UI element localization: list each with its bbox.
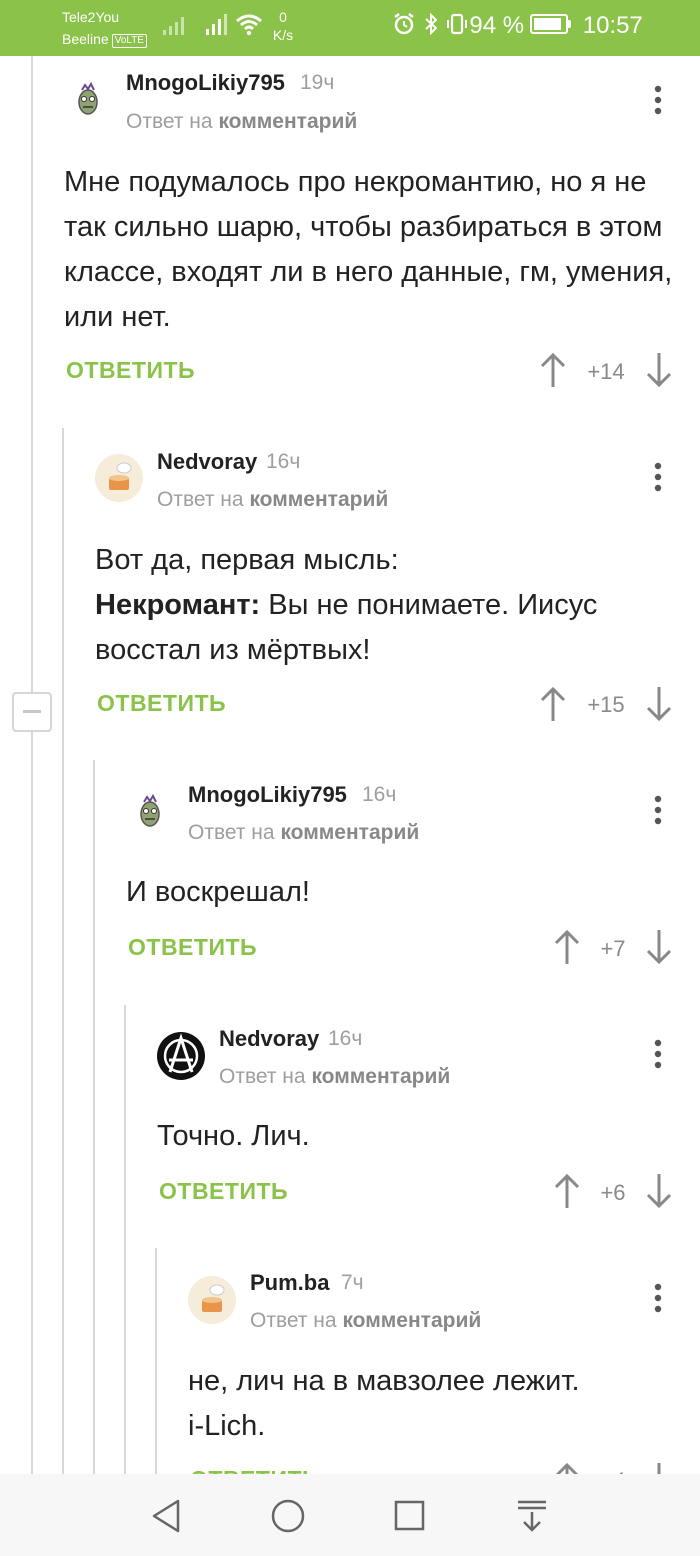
- comment-score: +6: [600, 1180, 626, 1205]
- thread-line-1b: [31, 730, 33, 1474]
- carrier-1: Tele2You: [62, 9, 120, 25]
- comment-body: Мне подумалось про некромантию, но я не …: [64, 166, 673, 333]
- recents-button[interactable]: [392, 1498, 428, 1534]
- more-options-icon[interactable]: [648, 1038, 668, 1070]
- thread-line-4: [124, 1005, 126, 1474]
- author-name[interactable]: Nedvoray: [219, 1026, 319, 1052]
- author-name[interactable]: Nedvoray: [157, 449, 257, 475]
- comment-time: 7ч: [341, 1271, 364, 1294]
- comment-score: +7: [600, 936, 626, 961]
- collapse-thread-button[interactable]: [12, 692, 52, 732]
- battery-icon: [530, 14, 572, 34]
- more-options-icon[interactable]: [648, 794, 668, 826]
- network-speed: 0 K/s: [270, 8, 296, 44]
- author-avatar[interactable]: [95, 454, 143, 502]
- reply-button[interactable]: ОТВЕТИТЬ: [159, 1178, 288, 1205]
- downvote-icon[interactable]: [644, 1173, 674, 1209]
- battery-percent: 94 %: [469, 12, 525, 39]
- speed-value: 0: [279, 9, 287, 25]
- cake-avatar-icon: [188, 1276, 236, 1324]
- wifi-icon: [236, 14, 262, 36]
- reply-to[interactable]: Ответ на комментарий: [219, 1065, 450, 1089]
- comment-body: Вот да, первая мысль: Некромант: Вы не п…: [95, 538, 675, 673]
- body-line: Вот да, первая мысль:: [95, 544, 399, 576]
- reply-prefix: Ответ на: [157, 488, 244, 511]
- comment-score: +14: [587, 359, 625, 384]
- author-avatar[interactable]: [64, 76, 112, 124]
- cake-avatar-icon: [95, 454, 143, 502]
- comment-time: 19ч: [300, 71, 335, 94]
- home-button[interactable]: [270, 1498, 306, 1534]
- downvote-icon[interactable]: [644, 929, 674, 965]
- reply-to[interactable]: Ответ на комментарий: [126, 110, 357, 134]
- thread-line-2: [62, 428, 64, 1474]
- comment-score: +15: [587, 692, 625, 717]
- reply-to[interactable]: Ответ на комментарий: [157, 488, 388, 512]
- status-bar: Tele2You Beeline VoLTE 0 K/s 94 % 10:57: [0, 0, 700, 56]
- body-bold: Некромант:: [95, 589, 261, 621]
- zombie-avatar-icon: [78, 81, 98, 115]
- author-name[interactable]: Pum.ba: [250, 1270, 329, 1296]
- comment-time: 16ч: [266, 450, 301, 473]
- carrier-info: Tele2You Beeline VoLTE: [62, 6, 147, 50]
- comment-time: 16ч: [328, 1027, 363, 1050]
- reply-button[interactable]: ОТВЕТИТЬ: [97, 690, 226, 717]
- upvote-icon[interactable]: [552, 1173, 582, 1209]
- more-options-icon[interactable]: [648, 461, 668, 493]
- reply-target-link[interactable]: комментарий: [280, 821, 419, 844]
- signal-icon-2: [206, 14, 227, 35]
- reply-to[interactable]: Ответ на комментарий: [188, 821, 419, 845]
- anarchy-avatar-icon: [158, 1033, 204, 1079]
- downvote-icon[interactable]: [644, 686, 674, 722]
- more-options-icon[interactable]: [648, 1282, 668, 1314]
- thread-line-5: [155, 1248, 157, 1474]
- reply-target-link[interactable]: комментарий: [311, 1065, 450, 1088]
- thread-line-3: [93, 760, 95, 1474]
- downvote-icon[interactable]: [644, 352, 674, 388]
- body-line: i-Lich.: [188, 1410, 266, 1442]
- reply-prefix: Ответ на: [219, 1065, 306, 1088]
- upvote-icon[interactable]: [538, 686, 568, 722]
- signal-icon: [163, 17, 184, 35]
- clock: 10:57: [582, 12, 643, 39]
- reply-target-link[interactable]: комментарий: [249, 488, 388, 511]
- thread-line-1: [31, 56, 33, 692]
- author-name[interactable]: MnogoLikiy795: [188, 782, 347, 808]
- upvote-icon[interactable]: [538, 352, 568, 388]
- more-options-icon[interactable]: [648, 84, 668, 116]
- author-avatar[interactable]: [157, 1032, 205, 1080]
- speed-unit: K/s: [272, 27, 294, 43]
- notifications-button[interactable]: [514, 1498, 550, 1534]
- bluetooth-icon: [425, 12, 438, 36]
- status-right: 94 % 10:57: [392, 12, 643, 40]
- author-avatar[interactable]: [188, 1276, 236, 1324]
- comment-body: И воскрешал!: [126, 876, 310, 908]
- reply-to[interactable]: Ответ на комментарий: [250, 1309, 481, 1333]
- zombie-avatar-icon: [140, 793, 160, 827]
- reply-button[interactable]: ОТВЕТИТЬ: [66, 357, 195, 384]
- reply-target-link[interactable]: комментарий: [342, 1309, 481, 1332]
- carrier-2: Beeline: [62, 31, 109, 47]
- reply-prefix: Ответ на: [250, 1309, 337, 1332]
- comment-time: 16ч: [362, 783, 397, 806]
- body-line: не, лич на в мавзолее лежит.: [188, 1365, 580, 1397]
- author-avatar[interactable]: [126, 788, 174, 836]
- reply-button[interactable]: ОТВЕТИТЬ: [128, 934, 257, 961]
- author-name[interactable]: MnogoLikiy795: [126, 70, 285, 96]
- reply-prefix: Ответ на: [126, 110, 213, 133]
- reply-target-link[interactable]: комментарий: [218, 110, 357, 133]
- back-button[interactable]: [148, 1498, 184, 1534]
- vibrate-icon: [447, 13, 468, 35]
- navigation-bar: [0, 1474, 700, 1556]
- upvote-icon[interactable]: [552, 929, 582, 965]
- comment-body: не, лич на в мавзолее лежит. i-Lich.: [188, 1359, 668, 1449]
- comment-body: Точно. Лич.: [157, 1120, 310, 1152]
- alarm-icon: [394, 13, 414, 35]
- volte-badge: VoLTE: [111, 34, 147, 48]
- reply-prefix: Ответ на: [188, 821, 275, 844]
